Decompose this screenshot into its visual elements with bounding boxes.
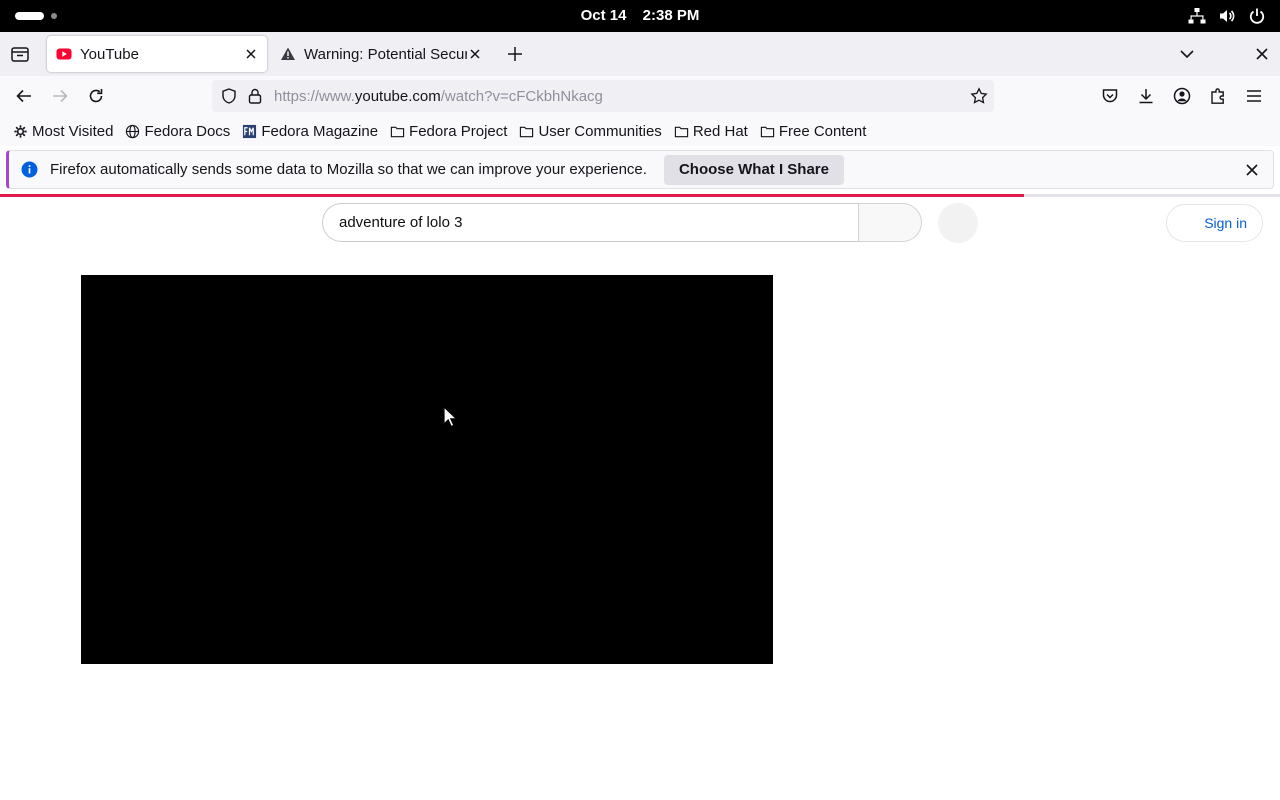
pocket-icon[interactable] [1100,86,1120,106]
chevron-down-icon[interactable] [1177,44,1197,64]
bookmarks-toolbar: Most Visited Fedora Docs Fedora Magazine… [0,116,1280,146]
clock-time: 2:38 PM [642,7,700,24]
globe-icon [126,124,140,138]
reload-icon[interactable] [86,86,106,106]
choose-what-i-share-button[interactable]: Choose What I Share [663,154,844,185]
forward-arrow-icon[interactable] [50,86,70,106]
bookmark-fedora-magazine[interactable]: Fedora Magazine [242,123,378,140]
folder-icon [390,126,405,137]
tab-title: YouTube [80,45,139,63]
data-collection-notification: Firefox automatically sends some data to… [6,150,1274,189]
toolbar-right-buttons [1100,86,1264,106]
sign-in-button[interactable]: Sign in [1166,204,1263,242]
bookmark-fedora-project[interactable]: Fedora Project [390,123,507,140]
extensions-icon[interactable] [1208,86,1228,106]
bookmark-label: Fedora Magazine [261,122,379,140]
warning-icon [281,47,295,60]
back-arrow-icon[interactable] [14,86,34,106]
bookmark-user-communities[interactable]: User Communities [519,122,662,140]
folder-icon [520,126,534,137]
search-query: adventure of lolo 3 [339,214,463,231]
notification-message: Firefox automatically sends some data to… [50,161,647,178]
url-prefix: https://www. [274,87,355,105]
bookmark-label: User Communities [538,122,662,140]
address-bar[interactable]: https://www.youtube.com/watch?v=cFCkbhNk… [212,80,994,112]
url-path: /watch?v=cFCkbhNkacg [440,87,603,105]
system-top-bar: Oct 14 2:38 PM [0,0,1280,32]
account-icon[interactable] [1172,86,1192,106]
lock-icon[interactable] [246,87,264,105]
network-icon[interactable] [1188,7,1206,25]
info-icon [21,161,38,178]
youtube-search-button[interactable] [858,203,922,242]
video-player[interactable] [81,275,773,664]
gear-icon [14,124,27,138]
volume-icon[interactable] [1218,7,1236,25]
bookmark-label: Red Hat [692,122,748,140]
page-load-progress-fill [0,194,1024,197]
power-icon[interactable] [1248,7,1266,25]
bookmark-label: Fedora Project [409,122,508,140]
close-tab-icon[interactable] [467,46,483,62]
firefox-view-icon[interactable] [8,42,32,66]
close-window-icon[interactable] [1253,45,1271,63]
tab-warning[interactable]: Warning: Potential Security Risk Ahead [271,36,491,72]
menu-hamburger-icon[interactable] [1244,86,1264,106]
bookmark-label: Fedora Docs [144,122,231,140]
folder-icon [760,126,774,137]
download-icon[interactable] [1136,86,1156,106]
close-tab-icon[interactable] [243,46,259,62]
tracking-protection-shield-icon[interactable] [220,87,238,105]
url-text: https://www.youtube.com/watch?v=cFCkbhNk… [274,88,603,105]
tab-title: Warning: Potential Security Risk Ahead [304,45,467,63]
tab-strip: YouTube Warning: Potential Security Risk… [0,32,1280,76]
bookmark-free-content[interactable]: Free Content [760,122,867,140]
bookmark-red-hat[interactable]: Red Hat [674,123,748,140]
tab-youtube[interactable]: YouTube [47,36,267,72]
navigation-bar: https://www.youtube.com/watch?v=cFCkbhNk… [0,76,1280,116]
bookmark-star-icon[interactable] [970,87,988,105]
youtube-search-input[interactable]: adventure of lolo 3 [322,203,859,242]
bookmark-label: Most Visited [32,122,114,140]
clock[interactable]: Oct 14 2:38 PM [0,7,1280,24]
bookmark-most-visited[interactable]: Most Visited [13,123,113,140]
page-load-progress-bar [0,194,1280,197]
system-tray[interactable] [1188,7,1266,25]
mouse-pointer-icon [443,406,457,428]
close-notification-icon[interactable] [1243,161,1261,179]
clock-date: Oct 14 [580,7,627,24]
bookmark-fedora-docs[interactable]: Fedora Docs [125,123,230,140]
bookmark-label: Free Content [778,122,867,140]
youtube-icon [56,48,72,60]
new-tab-icon[interactable] [505,44,525,64]
sign-in-label: Sign in [1204,215,1247,231]
folder-icon [674,126,688,137]
voice-search-button[interactable] [938,203,978,243]
fedora-magazine-icon [243,124,257,138]
url-host: youtube.com [354,87,441,105]
